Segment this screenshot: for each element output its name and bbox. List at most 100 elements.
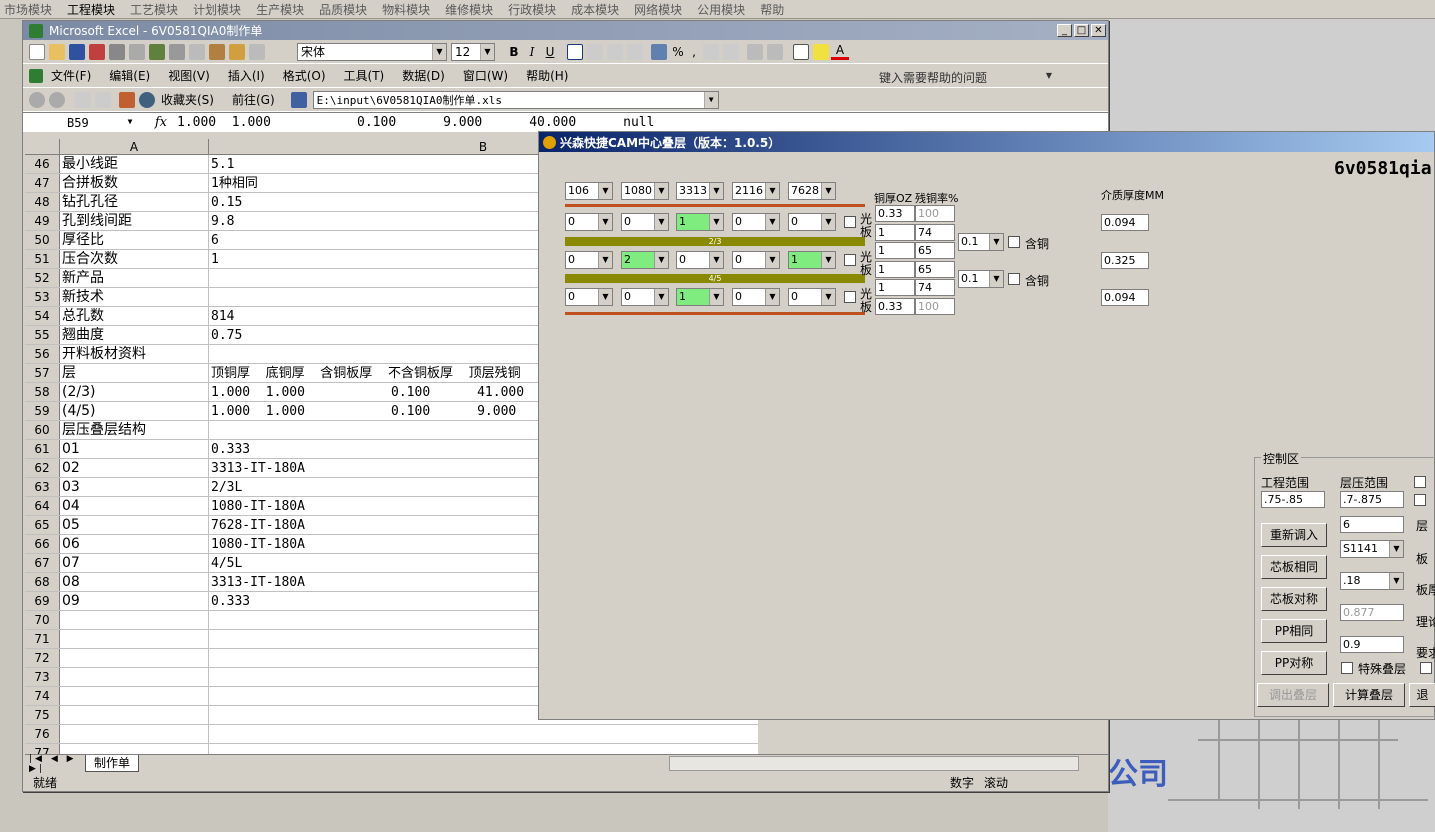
fill-color-icon[interactable] (813, 43, 829, 60)
pp-count-select[interactable]: 0 ▼ (732, 251, 780, 269)
cell-a[interactable]: 合拼板数 (60, 174, 209, 192)
with-copper-checkbox[interactable] (1008, 273, 1020, 285)
back-icon[interactable] (29, 91, 45, 108)
copper-oz-input[interactable]: 0.33 (875, 205, 915, 222)
horizontal-scrollbar[interactable] (669, 756, 1080, 771)
pp-count-select[interactable]: 0 ▼ (565, 213, 613, 231)
top-menu-item[interactable]: 计划模块 (193, 1, 241, 18)
cell-a[interactable]: 层压叠层结构 (60, 421, 209, 439)
top-menu-item[interactable]: 品质模块 (319, 1, 367, 18)
row-header[interactable]: 68 (25, 573, 60, 591)
stop-icon[interactable] (75, 91, 91, 108)
cell-a[interactable]: 翘曲度 (60, 326, 209, 344)
underline-button[interactable]: U (541, 45, 559, 59)
cell-a[interactable]: 04 (60, 497, 209, 515)
pp-type-select[interactable]: 3313 ▼ (676, 182, 724, 200)
residual-input[interactable]: 100 (915, 298, 955, 315)
row-header[interactable]: 64 (25, 497, 60, 515)
cell-a[interactable]: 08 (60, 573, 209, 591)
cell-a[interactable]: 开料板材资料 (60, 345, 209, 363)
row-header[interactable]: 72 (25, 649, 60, 667)
new-icon[interactable] (29, 43, 45, 60)
top-menu-item[interactable]: 网络模块 (634, 1, 682, 18)
row-header[interactable]: 60 (25, 421, 60, 439)
align-center-icon[interactable] (587, 43, 603, 60)
maximize-button[interactable]: □ (1074, 24, 1089, 37)
bare-board-checkbox[interactable] (844, 291, 856, 303)
pp-count-select[interactable]: 1 ▼ (788, 251, 836, 269)
cell-a[interactable] (60, 706, 209, 724)
top-menu-item[interactable]: 行政模块 (508, 1, 556, 18)
row-header[interactable]: 69 (25, 592, 60, 610)
copper-oz-input[interactable]: 1 (875, 279, 915, 296)
cell-a[interactable]: 06 (60, 535, 209, 553)
copper-oz-input[interactable]: 1 (875, 242, 915, 259)
menu-item[interactable]: 编辑(E) (109, 67, 150, 84)
pp-type-select[interactable]: 7628 ▼ (788, 182, 836, 200)
cell-a[interactable] (60, 611, 209, 629)
cell-a[interactable]: 压合次数 (60, 250, 209, 268)
cell-a[interactable]: 09 (60, 592, 209, 610)
close-button[interactable]: ✕ (1091, 24, 1106, 37)
pp-count-select[interactable]: 0 ▼ (788, 288, 836, 306)
top-menu-item[interactable]: 市场模块 (4, 1, 52, 18)
row-header[interactable]: 70 (25, 611, 60, 629)
cell-a[interactable]: 最小线距 (60, 155, 209, 173)
row-header[interactable]: 71 (25, 630, 60, 648)
cell-a[interactable]: 新产品 (60, 269, 209, 287)
merge-center-icon[interactable] (627, 43, 643, 60)
row-header[interactable]: 59 (25, 402, 60, 420)
cell-a[interactable]: 层 (60, 364, 209, 382)
with-copper-checkbox[interactable] (1008, 236, 1020, 248)
open-icon[interactable] (49, 43, 65, 60)
format-painter-icon[interactable] (229, 43, 245, 60)
row-header[interactable]: 66 (25, 535, 60, 553)
paste-icon[interactable] (209, 43, 225, 60)
comma-button[interactable]: , (687, 45, 701, 59)
row-header[interactable]: 73 (25, 668, 60, 686)
row-header[interactable]: 54 (25, 307, 60, 325)
cell-a[interactable]: 07 (60, 554, 209, 572)
align-left-icon[interactable] (567, 43, 583, 60)
pp-count-select[interactable]: 0 ▼ (732, 288, 780, 306)
menu-item[interactable]: 文件(F) (51, 67, 91, 84)
pp-count-select[interactable]: 0 ▼ (621, 213, 669, 231)
pp-count-select[interactable]: 0 ▼ (565, 288, 613, 306)
residual-input[interactable]: 74 (915, 279, 955, 296)
row-header[interactable]: 75 (25, 706, 60, 724)
menu-item[interactable]: 帮助(H) (526, 67, 568, 84)
cell-a[interactable]: 05 (60, 516, 209, 534)
copper-oz-input[interactable]: 1 (875, 261, 915, 278)
top-menu-item[interactable]: 物料模块 (382, 1, 430, 18)
pp-type-select[interactable]: 2116 ▼ (732, 182, 780, 200)
goto-menu[interactable]: 前往(G) (232, 91, 275, 108)
font-name-select[interactable]: 宋体 ▼ (297, 42, 447, 61)
cell-a[interactable] (60, 649, 209, 667)
pp-count-select[interactable]: 1 ▼ (676, 288, 724, 306)
dielectric-input[interactable]: 0.094 (1101, 289, 1149, 306)
row-header[interactable]: 76 (25, 725, 60, 743)
pp-type-select[interactable]: 1080 ▼ (621, 182, 669, 200)
column-header-a[interactable]: A (60, 139, 209, 154)
cell-a[interactable]: 02 (60, 459, 209, 477)
increase-indent-icon[interactable] (767, 43, 783, 60)
row-header[interactable]: 48 (25, 193, 60, 211)
favorites-menu[interactable]: 收藏夹(S) (161, 91, 214, 108)
pp-type-select[interactable]: 106 ▼ (565, 182, 613, 200)
address-input[interactable]: E:\input\6V0581QIA0制作单.xls ▼ (312, 90, 719, 109)
residual-input[interactable]: 100 (915, 205, 955, 222)
italic-button[interactable]: I (523, 45, 541, 59)
pp-count-select[interactable]: 0 ▼ (565, 251, 613, 269)
row-header[interactable]: 55 (25, 326, 60, 344)
undo-icon[interactable] (249, 43, 265, 60)
font-size-select[interactable]: 12 ▼ (451, 42, 495, 61)
home-icon[interactable] (119, 91, 135, 108)
minimize-button[interactable]: _ (1057, 24, 1072, 37)
row-header[interactable]: 56 (25, 345, 60, 363)
cell-a[interactable]: 厚径比 (60, 231, 209, 249)
row-header[interactable]: 52 (25, 269, 60, 287)
top-menu-item[interactable]: 维修模块 (445, 1, 493, 18)
row-header[interactable]: 63 (25, 478, 60, 496)
dielectric-input[interactable]: 0.094 (1101, 214, 1149, 231)
function-icon[interactable]: fx (137, 115, 177, 130)
